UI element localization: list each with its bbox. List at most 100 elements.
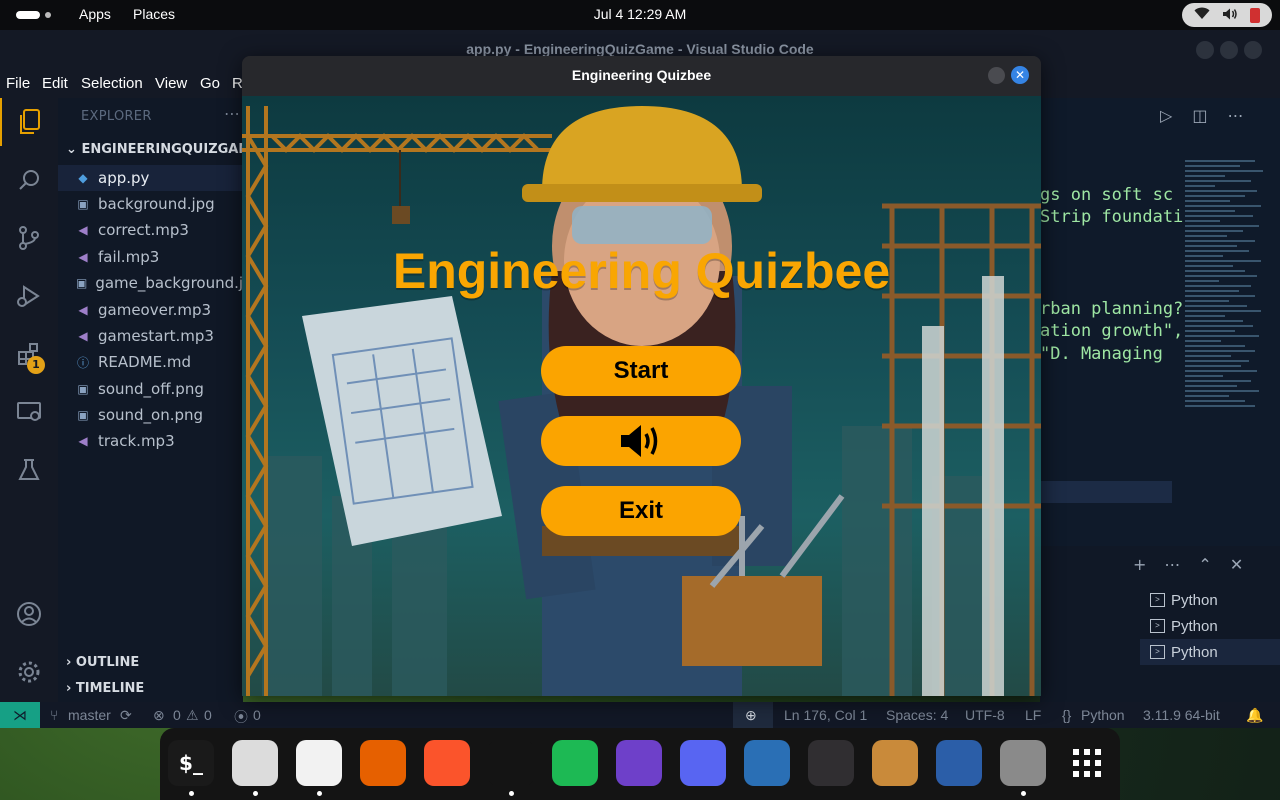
dock-settings-icon[interactable]	[1000, 740, 1046, 786]
extensions-badge: 1	[27, 356, 45, 374]
encoding[interactable]: UTF-8	[965, 707, 1005, 723]
top-bar: Apps Places Jul 4 12:29 AM	[0, 0, 1280, 30]
file-item-gameover-mp3[interactable]: ◀ gameover.mp3	[58, 297, 243, 323]
warning-count[interactable]: 0	[204, 707, 212, 723]
dock-steam-icon[interactable]	[744, 740, 790, 786]
more-icon[interactable]: ⋯	[1164, 555, 1180, 574]
more-actions-icon[interactable]: ⋯	[224, 104, 240, 123]
gear-icon[interactable]	[0, 648, 58, 696]
python-interpreter[interactable]: 3.11.9 64-bit	[1143, 707, 1220, 723]
file-label: sound_off.png	[98, 380, 204, 398]
minimize-button[interactable]	[1196, 41, 1214, 59]
menu-selection[interactable]: Selection	[81, 75, 143, 92]
split-editor-icon[interactable]: ◫	[1192, 106, 1207, 125]
running-indicator	[189, 791, 194, 796]
explorer-icon[interactable]	[0, 98, 58, 146]
dock-terminal-icon[interactable]: $_	[168, 740, 214, 786]
dock-discord-icon[interactable]	[680, 740, 726, 786]
terminal-icon: >	[1150, 645, 1165, 659]
chevron-down-icon: ⌄	[66, 142, 77, 157]
running-indicator	[317, 791, 322, 796]
dock: $_	[160, 728, 1120, 800]
dock-text-editor-icon[interactable]	[296, 740, 342, 786]
file-item-gamestart-mp3[interactable]: ◀ gamestart.mp3	[58, 323, 243, 349]
minimap[interactable]	[1185, 160, 1265, 545]
sync-icon[interactable]: ⟳	[120, 707, 132, 724]
timeline-section[interactable]: › TIMELINE	[66, 681, 144, 696]
system-tray[interactable]	[1182, 3, 1272, 27]
clock[interactable]: Jul 4 12:29 AM	[0, 6, 1280, 22]
menu-edit[interactable]: Edit	[42, 75, 68, 92]
game-window: Engineering Quizbee ✕ Engineering Quizbe…	[242, 56, 1041, 696]
language-icon: {}	[1062, 707, 1072, 723]
indentation[interactable]: Spaces: 4	[886, 707, 948, 723]
code-editor[interactable]: gs on soft sc Strip foundati rban planni…	[1040, 98, 1280, 546]
file-item-sound-on-png[interactable]: ▣ sound_on.png	[58, 402, 243, 428]
minimize-button[interactable]	[988, 67, 1005, 84]
menu-file[interactable]: File	[6, 75, 30, 92]
file-item-sound-off-png[interactable]: ▣ sound_off.png	[58, 376, 243, 402]
image-file-icon: ▣	[77, 197, 89, 211]
terminal-tab[interactable]: > Python	[1140, 613, 1280, 639]
remote-explorer-icon[interactable]	[0, 388, 58, 436]
close-button[interactable]	[1244, 41, 1262, 59]
file-item-fail-mp3[interactable]: ◀ fail.mp3	[58, 244, 243, 270]
dock-obs-studio-icon[interactable]	[808, 740, 854, 786]
zoom-icon: ⊕	[745, 707, 757, 723]
dock-chicken-game-icon[interactable]	[872, 740, 918, 786]
file-label: gameover.mp3	[98, 301, 212, 319]
sound-toggle-button[interactable]	[541, 416, 741, 466]
project-folder[interactable]: ⌄ ENGINEERINGQUIZGAME	[66, 142, 243, 157]
end-of-line[interactable]: LF	[1025, 707, 1041, 723]
source-control-icon[interactable]	[0, 214, 58, 262]
battery-icon	[1250, 7, 1260, 23]
testing-icon[interactable]	[0, 446, 58, 494]
maximize-button[interactable]	[1220, 41, 1238, 59]
file-item-readme-md[interactable]: ⓘ README.md	[58, 349, 243, 375]
menu-view[interactable]: View	[155, 75, 187, 92]
dock-brave-icon[interactable]	[424, 740, 470, 786]
git-branch[interactable]: master	[68, 707, 111, 723]
remote-icon[interactable]: ⋊	[0, 702, 40, 728]
dock-kdenlive-icon[interactable]	[936, 740, 982, 786]
dock-vscode-icon[interactable]	[488, 740, 534, 786]
code-line: Strip foundati	[1040, 207, 1184, 227]
ports-count[interactable]: 0	[253, 707, 261, 723]
close-icon[interactable]: ✕	[1011, 66, 1029, 84]
code-line: ation growth",	[1040, 321, 1184, 341]
run-debug-icon[interactable]	[0, 272, 58, 320]
file-item-game-background-jpg[interactable]: ▣ game_background.jpg	[58, 270, 243, 296]
game-titlebar[interactable]: Engineering Quizbee ✕	[242, 56, 1041, 96]
file-item-correct-mp3[interactable]: ◀ correct.mp3	[58, 217, 243, 243]
more-icon[interactable]: ⋯	[1227, 106, 1243, 125]
dock-firefox-icon[interactable]	[360, 740, 406, 786]
add-terminal-icon[interactable]: +	[1133, 555, 1146, 574]
exit-button[interactable]: Exit	[541, 486, 741, 536]
audio-file-icon: ◀	[78, 434, 88, 448]
engineer-background-illustration	[242, 106, 1041, 696]
file-item-background-jpg[interactable]: ▣ background.jpg	[58, 191, 243, 217]
start-button[interactable]: Start	[541, 346, 741, 396]
file-label: track.mp3	[98, 432, 175, 450]
bell-icon[interactable]: 🔔	[1246, 707, 1263, 724]
language-mode[interactable]: Python	[1081, 707, 1125, 723]
close-panel-icon[interactable]: ✕	[1230, 555, 1243, 574]
menu-go[interactable]: Go	[200, 75, 220, 92]
terminal-tab[interactable]: > Python	[1140, 639, 1280, 665]
outline-section[interactable]: › OUTLINE	[66, 655, 139, 670]
run-icon[interactable]: ▷	[1160, 106, 1172, 125]
dock-files-icon[interactable]	[232, 740, 278, 786]
search-icon[interactable]	[0, 156, 58, 204]
cursor-position[interactable]: Ln 176, Col 1	[784, 707, 867, 723]
audio-file-icon: ◀	[78, 303, 88, 317]
file-item-track-mp3[interactable]: ◀ track.mp3	[58, 428, 243, 454]
running-indicator	[509, 791, 514, 796]
dock-spotify-icon[interactable]	[552, 740, 598, 786]
accounts-icon[interactable]	[0, 590, 58, 638]
dock-show-apps-icon[interactable]	[1064, 740, 1110, 786]
maximize-panel-icon[interactable]: ⌃	[1198, 555, 1211, 574]
terminal-tab[interactable]: > Python	[1140, 587, 1280, 613]
dock-github-desktop-icon[interactable]	[616, 740, 662, 786]
error-count[interactable]: 0	[173, 707, 181, 723]
file-item-app-py[interactable]: ◆ app.py	[58, 165, 243, 191]
